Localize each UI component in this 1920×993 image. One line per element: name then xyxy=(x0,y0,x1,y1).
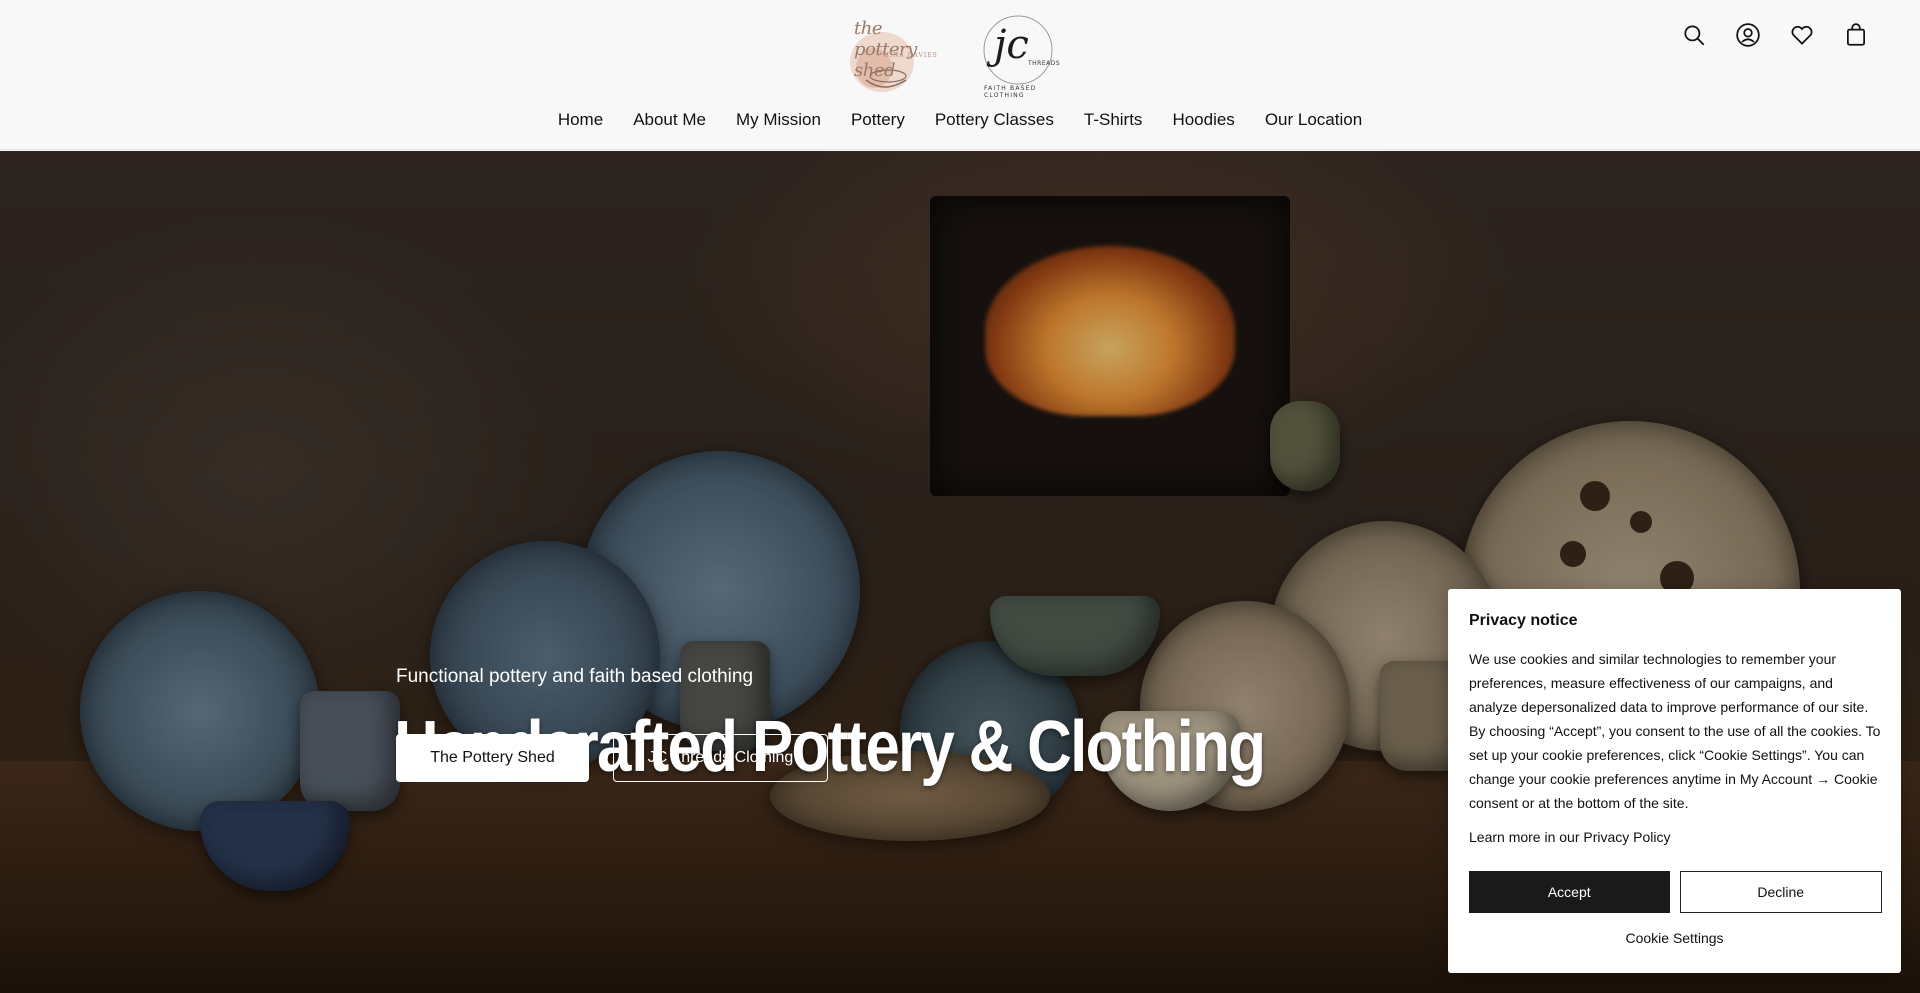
nav-item-hoodies[interactable]: Hoodies xyxy=(1157,108,1249,132)
jc-threads-word: THREADS xyxy=(1028,60,1061,67)
wishlist-icon[interactable] xyxy=(1788,21,1816,49)
cookie-settings-link[interactable]: Cookie Settings xyxy=(1448,930,1901,946)
pottery-shed-script: the pottery shed xyxy=(854,18,917,81)
header-actions xyxy=(1680,20,1870,50)
cart-icon[interactable] xyxy=(1842,21,1870,49)
nav-item-pottery-classes[interactable]: Pottery Classes xyxy=(920,108,1069,132)
nav-item-pottery[interactable]: Pottery xyxy=(836,108,920,132)
jc-tagline: FAITH BASED CLOTHING xyxy=(984,85,1037,99)
jc-threads-logo[interactable]: jc THREADS FAITH BASED CLOTHING xyxy=(966,10,1076,99)
privacy-notice-title: Privacy notice xyxy=(1469,612,1578,629)
account-icon[interactable] xyxy=(1734,21,1762,49)
site-header: the pottery shed GINA DAVIES jc THREADS … xyxy=(0,0,1920,150)
search-icon[interactable] xyxy=(1680,21,1708,49)
pottery-shed-owner: GINA DAVIES xyxy=(884,52,938,59)
privacy-policy-link[interactable]: Learn more in our Privacy Policy xyxy=(1469,827,1881,847)
privacy-actions: Accept Decline xyxy=(1469,871,1882,913)
brand-logos: the pottery shed GINA DAVIES jc THREADS … xyxy=(844,10,1076,99)
jc-threads-clothing-button[interactable]: JC Threads Clothing xyxy=(613,734,828,782)
nav-item-our-location[interactable]: Our Location xyxy=(1250,108,1377,132)
nav-item-t-shirts[interactable]: T-Shirts xyxy=(1069,108,1158,132)
privacy-notice-body: We use cookies and similar technologies … xyxy=(1469,651,1881,811)
pottery-shed-logo[interactable]: the pottery shed GINA DAVIES xyxy=(844,10,948,98)
privacy-notice-dialog: Privacy notice We use cookies and simila… xyxy=(1448,589,1901,973)
accept-button[interactable]: Accept xyxy=(1469,871,1670,913)
decline-button[interactable]: Decline xyxy=(1679,871,1882,913)
pottery-shed-button[interactable]: The Pottery Shed xyxy=(396,734,589,782)
main-nav: Home About Me My Mission Pottery Pottery… xyxy=(0,108,1920,132)
nav-item-home[interactable]: Home xyxy=(543,108,618,132)
nav-item-my-mission[interactable]: My Mission xyxy=(721,108,836,132)
jc-monogram: jc xyxy=(994,22,1029,68)
nav-item-about-me[interactable]: About Me xyxy=(618,108,721,132)
hero-subtitle: Functional pottery and faith based cloth… xyxy=(396,666,754,687)
